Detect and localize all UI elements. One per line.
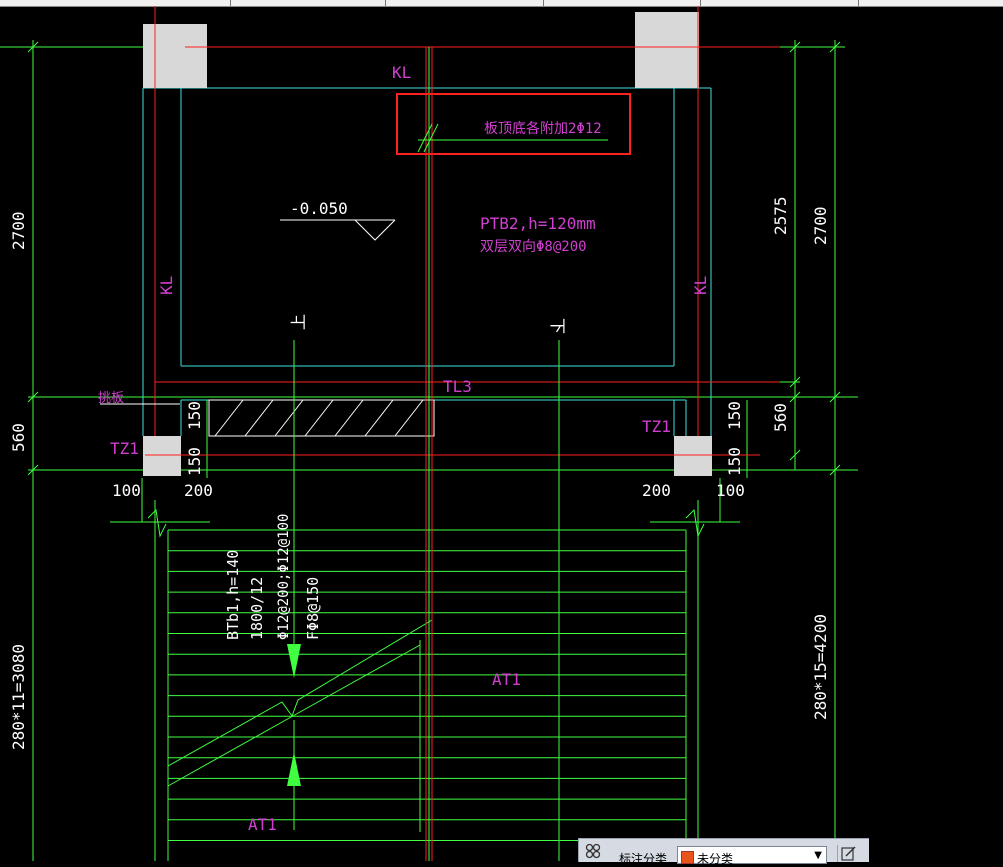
label-elevation: -0.050 (290, 199, 348, 218)
dim-200-right: 200 (642, 481, 671, 500)
dim-right-a: 2575 (771, 196, 790, 235)
dim-right-b: 2700 (811, 206, 830, 245)
column-top-left (143, 24, 207, 88)
dim-left-mid: 560 (9, 423, 28, 452)
label-tl3: TL3 (443, 377, 472, 396)
dim-100-left: 100 (112, 481, 141, 500)
label-tiaoban: 挑板 (98, 391, 124, 406)
label-ptb2-line2: 双层双向Φ8@200 (480, 239, 587, 255)
axis-lines-red (145, 6, 780, 861)
dim-right-bottom: 280*15=4200 (811, 614, 830, 720)
column-top-right (635, 12, 699, 88)
stair-treads (168, 529, 686, 841)
label-tz1-left: TZ1 (110, 439, 139, 458)
cad-drawing-canvas[interactable]: KL KL KL 板顶底各附加2Φ12 PTB2,h=120mm 双层双向Φ8@… (0, 0, 1003, 861)
hatched-beam (208, 399, 435, 437)
dim-150-left-1: 150 (185, 401, 204, 430)
dim-left-bottom: 280*11=3080 (9, 644, 28, 750)
annotation-category-label: 标注分类 (619, 852, 668, 866)
label-kl-right: KL (691, 276, 710, 295)
dim-100-right: 100 (716, 481, 745, 500)
dim-left-top: 2700 (9, 211, 28, 250)
dim-150-right-1: 150 (725, 401, 744, 430)
dim-200-left: 200 (184, 481, 213, 500)
chevron-down-icon[interactable]: ▼ (814, 850, 822, 861)
category-color-swatch (681, 851, 694, 864)
dim-150-right-2: 150 (725, 447, 744, 476)
label-rebar-note: 板顶底各附加2Φ12 (484, 121, 602, 137)
label-at1-right: AT1 (492, 670, 521, 689)
arrow-down (287, 644, 301, 678)
annotation-category-panel: 标注分类 未分类 ▼ (578, 838, 869, 866)
annotation-category-select[interactable]: 未分类 ▼ (677, 846, 827, 866)
column-tz1-left (143, 436, 181, 476)
dim-150-left-2: 150 (185, 447, 204, 476)
edit-icon (841, 846, 856, 861)
grid-icon[interactable] (585, 843, 601, 859)
label-btb1-line2: 1800/12 (248, 577, 266, 640)
label-btb1-line4: FΦ8@150 (304, 577, 322, 640)
edit-button[interactable] (837, 845, 858, 862)
arrow-up (287, 752, 301, 786)
columns (143, 12, 712, 476)
label-tz1-right: TZ1 (642, 417, 671, 436)
label-up: 上 (289, 314, 308, 330)
elevation-marker (280, 219, 396, 241)
column-tz1-right (674, 436, 712, 476)
label-ptb2-line1: PTB2,h=120mm (480, 214, 596, 233)
label-btb1-line3: Φ12@200;Φ12@100 (276, 514, 292, 640)
label-down: 下 (548, 318, 567, 334)
label-btb1-line1: BTb1,h=140 (224, 550, 242, 640)
label-at1-left: AT1 (248, 815, 277, 834)
label-kl-left: KL (157, 276, 176, 295)
label-kl-top: KL (392, 63, 411, 82)
dim-right-mid: 560 (771, 403, 790, 432)
category-selected-value: 未分类 (697, 852, 734, 866)
